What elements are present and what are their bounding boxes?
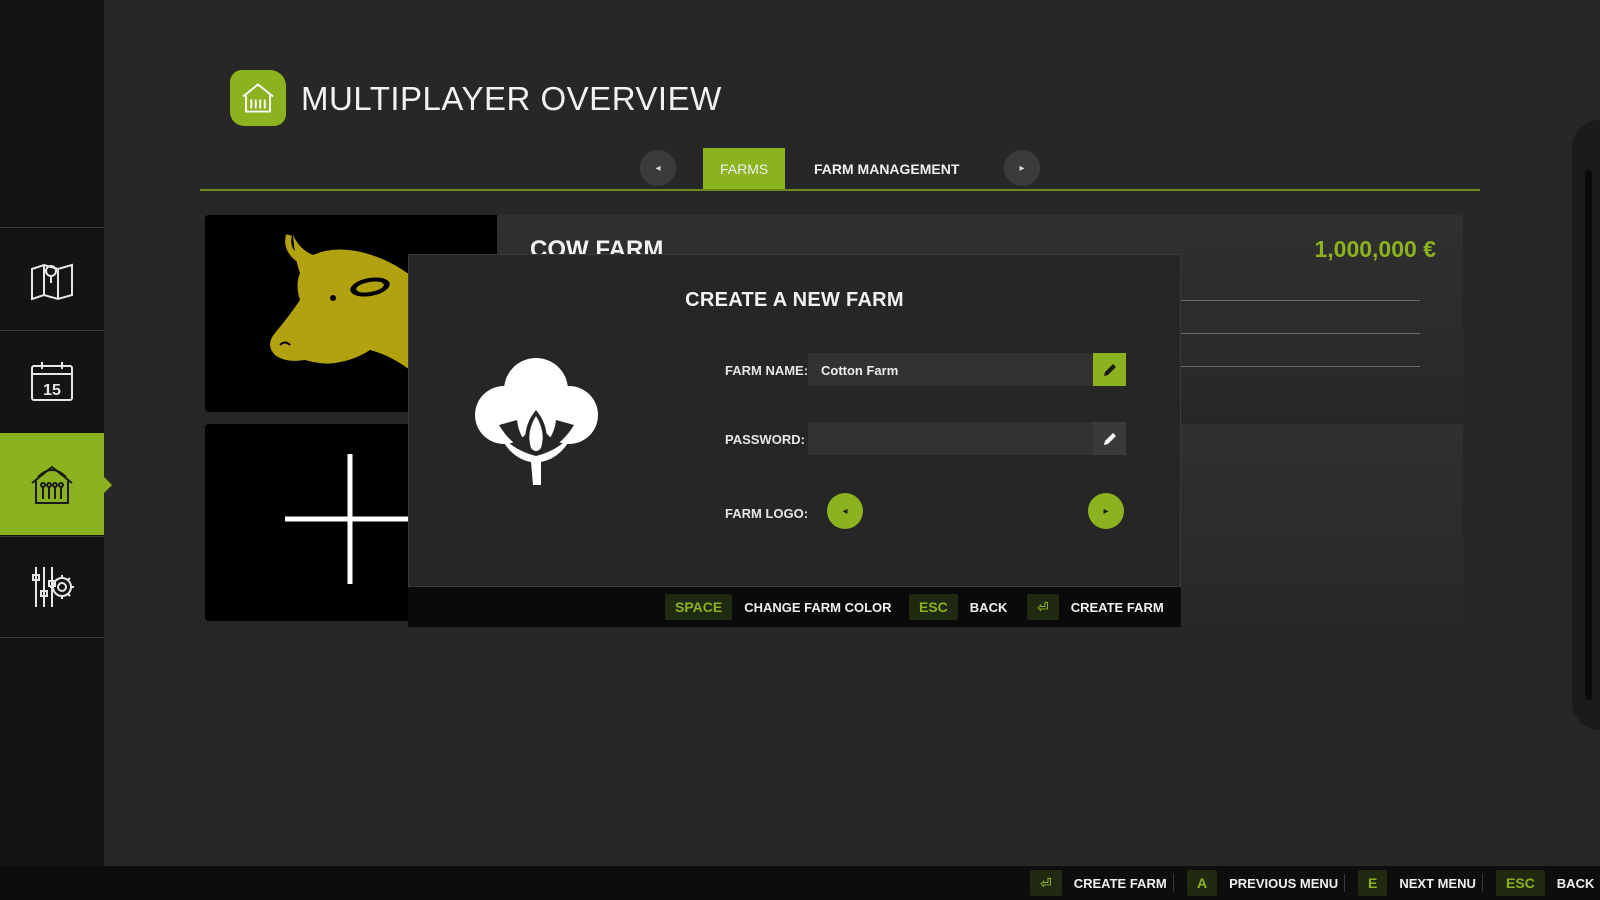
create-farm-dialog: CREATE A NEW FARM FARM NAME: Cotton Farm… [408, 254, 1181, 587]
hint-next-menu[interactable]: E NEXT MENU [1358, 870, 1476, 896]
tab-next-button[interactable]: ▸ [1004, 150, 1040, 186]
key-e: E [1358, 870, 1388, 896]
hint-label: PREVIOUS MENU [1229, 875, 1339, 891]
bottom-hint-bar: ⏎ CREATE FARM A PREVIOUS MENU E NEXT MEN… [0, 866, 1600, 900]
farm-money: 1,000,000 € [1314, 236, 1436, 262]
hint-label: CREATE FARM [1073, 875, 1167, 891]
key-esc: ESC [909, 594, 958, 620]
divider [1344, 874, 1345, 892]
page-title: MULTIPLAYER OVERVIEW [301, 80, 722, 117]
edit-password-button[interactable] [1093, 422, 1126, 455]
pencil-icon [1103, 363, 1116, 376]
farm-logo-prev-button[interactable]: ◂ [827, 493, 863, 529]
hint-back[interactable]: ESC BACK [909, 594, 1007, 620]
hint-create-farm[interactable]: ⏎ CREATE FARM [1030, 870, 1167, 896]
hint-change-farm-color[interactable]: SPACE CHANGE FARM COLOR [665, 594, 892, 620]
enter-icon: ⏎ [1030, 870, 1062, 896]
tab-farms[interactable]: FARMS [703, 148, 786, 190]
map-icon [31, 263, 73, 300]
farm-name-value: Cotton Farm [821, 363, 899, 378]
key-esc: ESC [1496, 870, 1545, 896]
dialog-title: CREATE A NEW FARM [685, 289, 904, 311]
key-space: SPACE [665, 594, 733, 620]
hint-label: CHANGE FARM COLOR [744, 599, 892, 615]
farm-logo-label: FARM LOGO: [725, 506, 809, 521]
divider [1180, 366, 1420, 367]
farm-name-field[interactable]: Cotton Farm [808, 353, 1126, 386]
divider [1482, 874, 1483, 892]
arrow-right-icon: ▸ [1103, 505, 1109, 517]
calendar-icon: 15 [31, 361, 73, 401]
cotton-icon [475, 358, 598, 485]
farm-name-label: FARM NAME: [725, 363, 809, 378]
barn-icon [31, 465, 73, 504]
barn-icon [242, 83, 274, 113]
arrow-left-icon: ◂ [655, 162, 661, 174]
hint-create-farm[interactable]: ⏎ CREATE FARM [1027, 594, 1164, 620]
scrollbar-thumb[interactable] [1585, 170, 1592, 700]
divider [1173, 874, 1174, 892]
password-field[interactable] [808, 422, 1126, 455]
sidebar-item-calendar[interactable]: 15 [0, 330, 104, 432]
hint-label: BACK [1556, 875, 1595, 891]
tab-underline [200, 189, 1480, 191]
sidebar: 15 [0, 0, 112, 866]
enter-icon: ⏎ [1027, 594, 1059, 620]
hint-back[interactable]: ESC BACK [1496, 870, 1594, 896]
pencil-icon [1103, 432, 1116, 445]
hint-previous-menu[interactable]: A PREVIOUS MENU [1187, 870, 1338, 896]
sidebar-item-settings[interactable] [0, 536, 104, 638]
hint-label: CREATE FARM [1070, 599, 1164, 615]
dialog-footer: SPACE CHANGE FARM COLOR ESC BACK ⏎ CREAT… [408, 587, 1181, 627]
sidebar-item-multiplayer[interactable] [0, 433, 112, 535]
hint-label: NEXT MENU [1399, 875, 1476, 891]
farm-logo-next-button[interactable]: ▸ [1088, 493, 1124, 529]
edit-farm-name-button[interactable] [1093, 353, 1126, 386]
page-title-icon [230, 70, 286, 126]
tab-prev-button[interactable]: ◂ [640, 150, 676, 186]
settings-gear-icon [32, 567, 74, 607]
key-a: A [1187, 870, 1218, 896]
password-label: PASSWORD: [725, 432, 805, 447]
svg-text:15: 15 [43, 382, 61, 399]
divider [1180, 300, 1420, 301]
sidebar-item-map[interactable] [0, 227, 104, 329]
hint-label: BACK [969, 599, 1008, 615]
arrow-right-icon: ▸ [1019, 162, 1025, 174]
divider [1180, 333, 1420, 334]
arrow-left-icon: ◂ [842, 505, 848, 517]
tab-farm-management[interactable]: FARM MANAGEMENT [797, 148, 976, 190]
